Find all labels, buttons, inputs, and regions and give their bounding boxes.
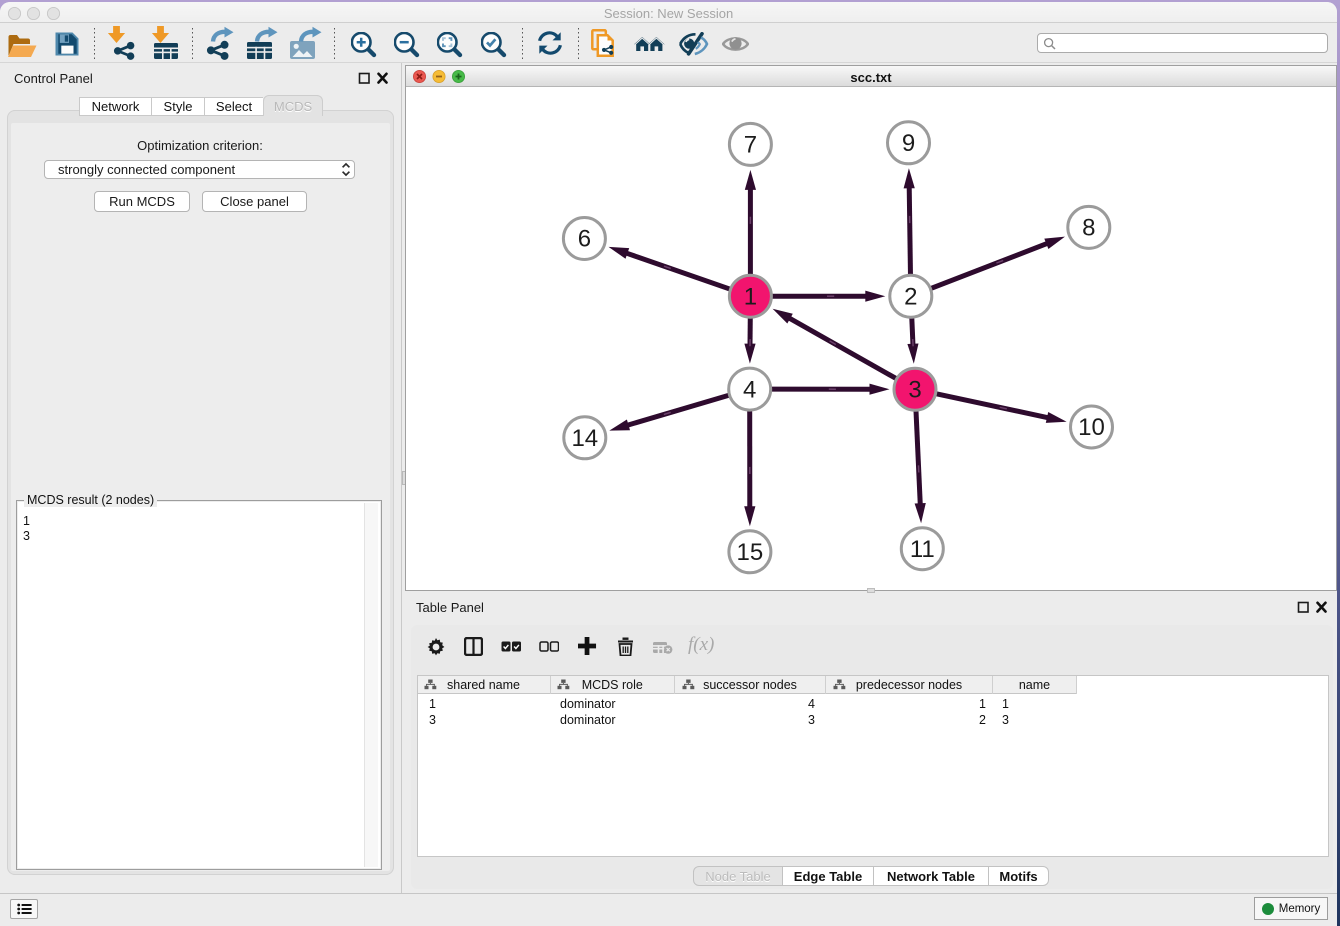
svg-text:9: 9 xyxy=(902,130,915,157)
svg-text:4: 4 xyxy=(743,376,756,403)
svg-text:3: 3 xyxy=(908,376,921,403)
svg-text:10: 10 xyxy=(1078,414,1105,441)
svg-text:6: 6 xyxy=(578,226,591,253)
svg-text:15: 15 xyxy=(737,539,764,566)
svg-text:1: 1 xyxy=(744,283,757,310)
svg-text:11: 11 xyxy=(910,536,935,563)
svg-text:2: 2 xyxy=(904,283,917,310)
svg-text:7: 7 xyxy=(744,132,757,159)
svg-text:14: 14 xyxy=(571,425,598,452)
svg-text:8: 8 xyxy=(1082,215,1095,242)
